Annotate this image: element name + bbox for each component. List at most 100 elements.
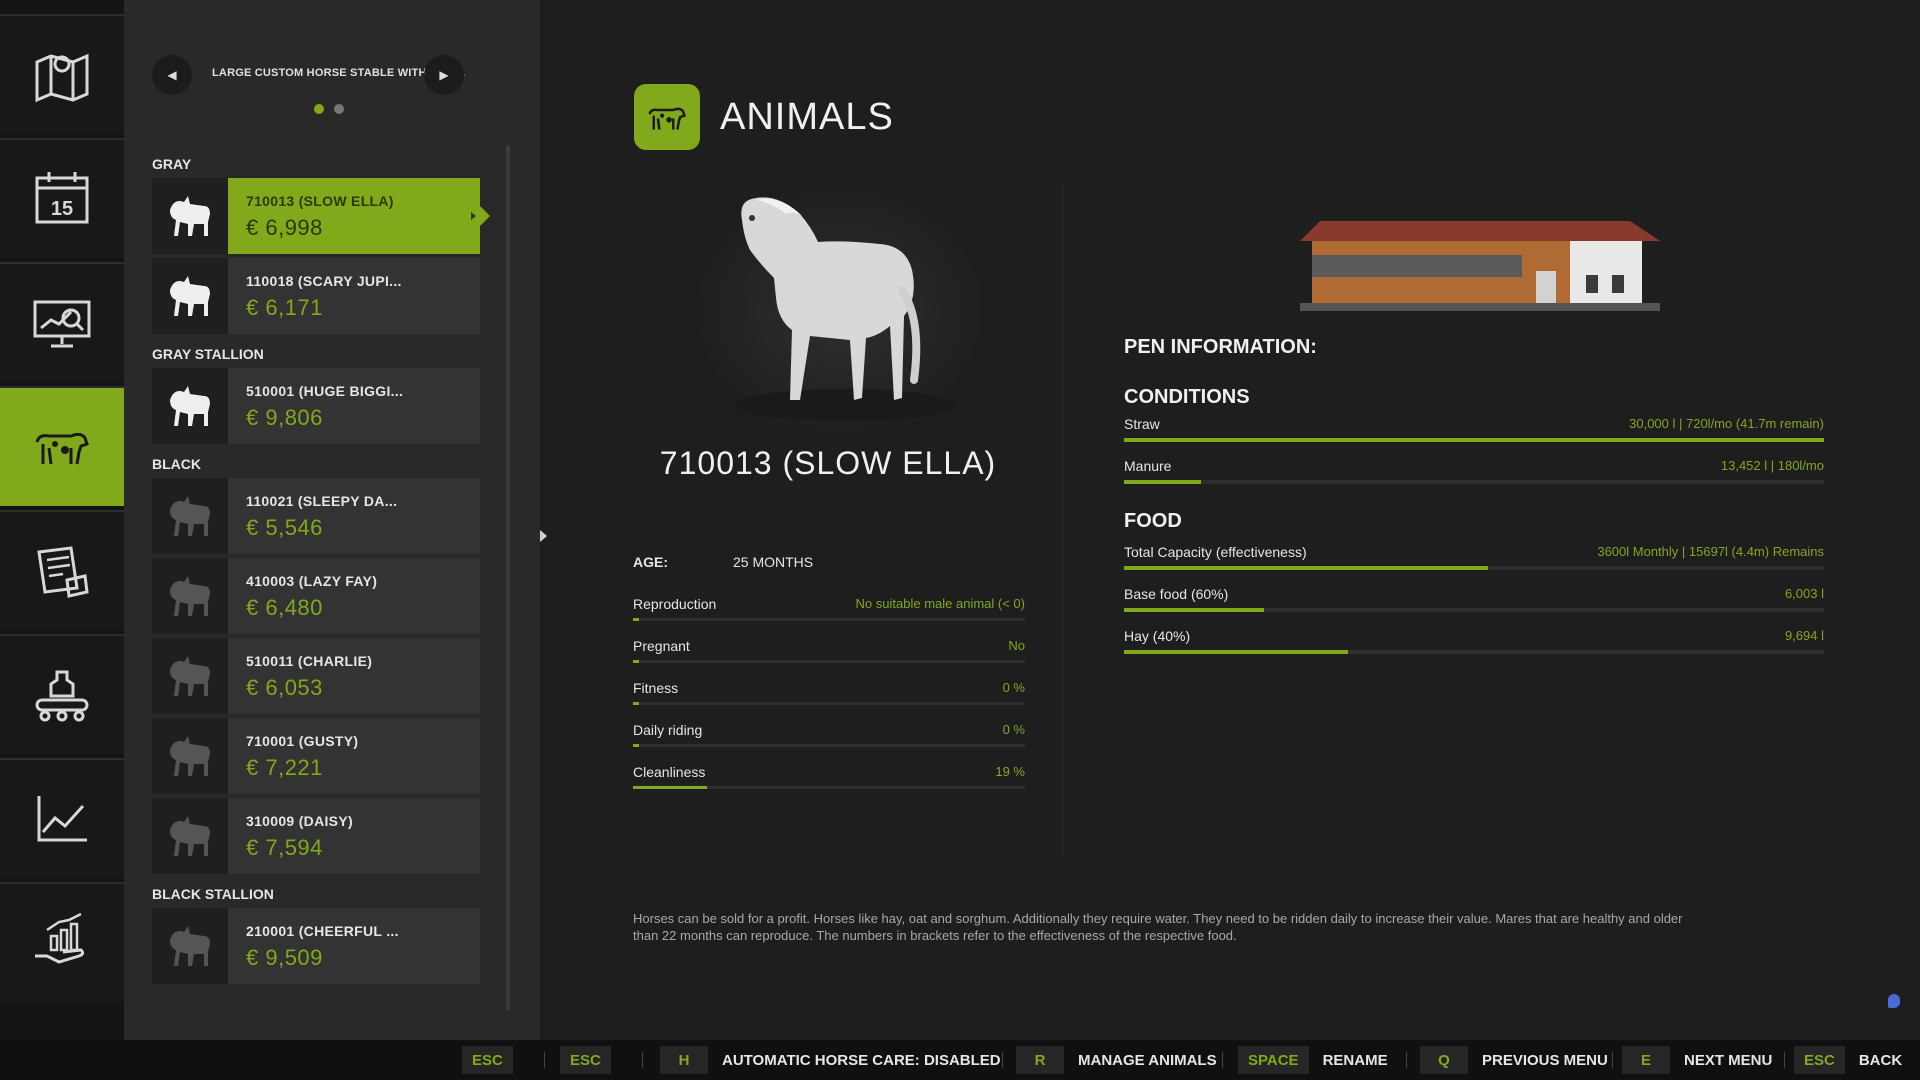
hotkey-key: Q	[1420, 1046, 1468, 1074]
animal-row[interactable]: 110021 (SLEEPY DA... € 5,546	[152, 478, 480, 554]
production-icon	[35, 670, 89, 722]
animal-name: 710013 (SLOW ELLA)	[246, 193, 394, 209]
animal-price: € 6,171	[246, 295, 323, 320]
animal-row[interactable]: 510011 (CHARLIE) € 6,053	[152, 638, 480, 714]
group-title-gray: GRAY	[152, 156, 192, 172]
food-label: Base food (60%)	[1124, 586, 1229, 602]
food-label: Total Capacity (effectiveness)	[1124, 544, 1307, 560]
food-hay: Hay (40%) 9,694 l	[1124, 628, 1824, 658]
prev-arrow-icon: ◀	[167, 68, 177, 82]
hotkey-key: ESC	[462, 1046, 513, 1074]
animals-header-icon	[634, 84, 700, 150]
stable-building-icon	[1300, 221, 1660, 311]
cow-horse-icon	[648, 107, 686, 130]
rail-item-contracts[interactable]	[0, 510, 124, 630]
hotkey-separator	[1002, 1052, 1003, 1068]
hotkey-esc-1[interactable]: ESC	[462, 1040, 513, 1080]
condition-value: 13,452 l | 180l/mo	[1720, 458, 1824, 473]
hotkey-next-menu[interactable]: E NEXT MENU	[1622, 1040, 1772, 1080]
group-title-gray-stallion: GRAY STALLION	[152, 346, 264, 362]
condition-track	[1124, 438, 1824, 442]
hotkey-separator	[1612, 1052, 1613, 1068]
horse-thumbnail	[152, 908, 228, 984]
page-dot-1[interactable]	[314, 104, 324, 114]
pen-information-heading: PEN INFORMATION:	[1124, 336, 1317, 358]
map-icon	[35, 53, 89, 103]
animal-name: 110021 (SLEEPY DA...	[246, 493, 398, 509]
horse-thumbnail	[152, 718, 228, 794]
animal-name: 310009 (DAISY)	[246, 813, 353, 829]
horse-thumbnail	[152, 478, 228, 554]
animal-row[interactable]: 710013 (SLOW ELLA) € 6,998	[152, 178, 490, 254]
horse-icon	[170, 926, 210, 966]
hotkey-key: R	[1016, 1046, 1064, 1074]
stat-label: Cleanliness	[633, 764, 706, 780]
animal-row[interactable]: 710001 (GUSTY) € 7,221	[152, 718, 480, 794]
rail-item-calendar[interactable]: 15	[0, 138, 124, 258]
animal-price: € 7,221	[246, 755, 323, 780]
horse-icon	[170, 736, 210, 776]
rail-item-production[interactable]	[0, 634, 124, 754]
section-divider	[1062, 180, 1063, 860]
horse-icon	[170, 196, 210, 236]
rail-item-animals[interactable]	[0, 386, 132, 506]
animal-price: € 5,546	[246, 515, 323, 540]
page-title: ANIMALS	[720, 96, 894, 138]
next-stable-button[interactable]: ▶	[424, 55, 464, 95]
category-sidebar: 15	[0, 0, 132, 1040]
condition-fill	[1124, 480, 1201, 484]
animal-name: 710001 (GUSTY)	[246, 733, 359, 749]
rail-item-prices[interactable]	[0, 758, 124, 878]
condition-value: 30,000 l | 720l/mo (41.7m remain)	[1629, 416, 1824, 431]
hotkey-back[interactable]: ESC BACK	[1794, 1040, 1902, 1080]
hotkey-manage-animals[interactable]: R MANAGE ANIMALS	[1016, 1040, 1217, 1080]
statistics-icon	[33, 300, 91, 348]
collapse-panel-icon[interactable]	[540, 530, 547, 542]
animal-row[interactable]: 510001 (HUGE BIGGI... € 9,806	[152, 368, 480, 444]
animal-price: € 6,053	[246, 675, 323, 700]
food-heading: FOOD	[1124, 510, 1182, 532]
hotkey-previous-menu[interactable]: Q PREVIOUS MENU	[1420, 1040, 1608, 1080]
prev-stable-button[interactable]: ◀	[152, 55, 192, 95]
stat-pregnant: Pregnant No	[633, 638, 1025, 668]
hotkey-label: RENAME	[1322, 1051, 1388, 1069]
hotkey-label: NEXT MENU	[1684, 1051, 1773, 1069]
stat-fill	[633, 702, 639, 705]
hotkey-label: BACK	[1858, 1051, 1903, 1069]
hotkey-key: E	[1622, 1046, 1670, 1074]
hotkey-separator	[544, 1052, 545, 1068]
condition-manure: Manure 13,452 l | 180l/mo	[1124, 458, 1824, 488]
animal-row[interactable]: 310009 (DAISY) € 7,594	[152, 798, 480, 874]
rail-item-statistics[interactable]	[0, 262, 124, 382]
selected-animal-title: 710013 (SLOW ELLA)	[659, 445, 997, 481]
food-total-capacity: Total Capacity (effectiveness) 3600l Mon…	[1124, 544, 1824, 574]
animal-row[interactable]: 210001 (CHEERFUL ... € 9,509	[152, 908, 480, 984]
page-dot-2[interactable]	[334, 104, 344, 114]
hotkey-bar: ESC ESC H AUTOMATIC HORSE CARE: DISABLED…	[0, 1040, 1920, 1080]
horse-thumbnail	[152, 368, 228, 444]
animal-row[interactable]: 110018 (SCARY JUPI... € 6,171	[152, 258, 480, 334]
animal-name: 110018 (SCARY JUPI...	[246, 273, 402, 289]
hotkey-separator	[642, 1052, 643, 1068]
condition-fill	[1124, 438, 1824, 442]
animal-description: Horses can be sold for a profit. Horses …	[633, 911, 1683, 943]
stat-track	[633, 744, 1025, 747]
hotkey-esc-2[interactable]: ESC	[560, 1040, 611, 1080]
animal-name: 510011 (CHARLIE)	[246, 653, 373, 669]
food-fill	[1124, 608, 1264, 612]
stat-track	[633, 786, 1025, 789]
rail-item-map[interactable]	[0, 14, 124, 134]
rail-item-finances[interactable]	[0, 882, 124, 1002]
list-scrollbar[interactable]	[506, 145, 510, 1010]
horse-icon	[170, 656, 210, 696]
horse-thumbnail	[152, 798, 228, 874]
stat-fill	[633, 660, 639, 663]
stat-fill	[633, 744, 639, 747]
hotkey-rename[interactable]: SPACE RENAME	[1238, 1040, 1388, 1080]
animals-icon	[35, 432, 89, 465]
animal-name: 510001 (HUGE BIGGI...	[246, 383, 404, 399]
hotkey-automatic-horse-care[interactable]: H AUTOMATIC HORSE CARE: DISABLED	[660, 1040, 1001, 1080]
animal-row[interactable]: 410003 (LAZY FAY) € 6,480	[152, 558, 480, 634]
horse-icon	[170, 816, 210, 856]
horse-icon	[170, 276, 210, 316]
